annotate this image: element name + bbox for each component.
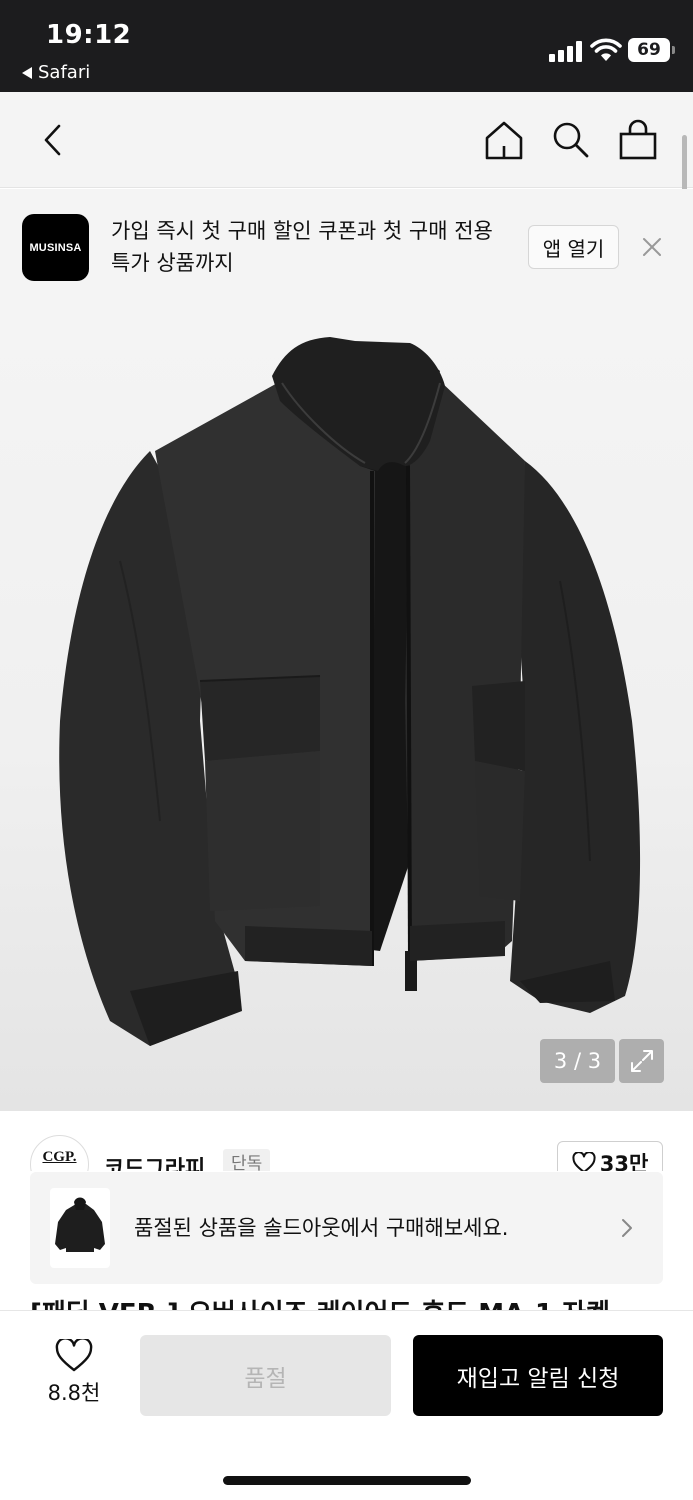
brand-row: CGP. 코드그라피 단독 33만	[0, 1111, 693, 1171]
cellular-signal-icon	[549, 40, 583, 62]
heart-icon	[55, 1339, 93, 1372]
soldout-button: 품절	[140, 1335, 391, 1416]
home-indicator[interactable]	[223, 1476, 471, 1485]
product-image-gallery[interactable]: 3 / 3	[0, 301, 693, 1111]
home-icon[interactable]	[482, 118, 526, 162]
chevron-right-icon	[622, 1219, 632, 1237]
search-icon[interactable]	[548, 118, 592, 162]
battery-indicator: 69	[628, 38, 675, 62]
wishlist-button[interactable]: 8.8천	[34, 1339, 114, 1411]
open-app-button[interactable]: 앱 열기	[528, 225, 619, 269]
product-title: [패딩 VER.] 오버사이즈 레이어드 후드 MA-1 자켓	[30, 1294, 670, 1310]
back-chevron-icon[interactable]	[32, 118, 76, 162]
brand-name[interactable]: 코드그라피	[104, 1151, 205, 1171]
close-icon[interactable]	[640, 235, 664, 259]
expand-image-button[interactable]	[619, 1039, 664, 1083]
expand-icon	[630, 1050, 653, 1072]
back-to-safari-link[interactable]: Safari	[22, 62, 90, 83]
bottom-action-bar: 8.8천 품절 재입고 알림 신청	[0, 1310, 693, 1500]
back-app-label: Safari	[38, 62, 91, 83]
soldout-message: 품절된 상품을 솔드아웃에서 구매해보세요.	[134, 1216, 509, 1240]
shopping-bag-icon[interactable]	[616, 118, 660, 162]
wishlist-count: 8.8천	[47, 1381, 101, 1405]
heart-icon	[572, 1152, 596, 1171]
brand-logo[interactable]: CGP.	[30, 1135, 89, 1171]
musinsa-logo: MUSINSA	[22, 214, 89, 281]
restock-alert-button[interactable]: 재입고 알림 신청	[413, 1335, 663, 1416]
nav-bar	[0, 92, 693, 188]
app-install-banner: MUSINSA 가입 즉시 첫 구매 할인 쿠폰과 첫 구매 전용 특가 상품까…	[0, 189, 693, 301]
wifi-icon	[590, 38, 622, 61]
image-counter: 3 / 3	[540, 1039, 615, 1083]
jacket-photo	[59, 337, 641, 1046]
soldout-product-thumbnail	[50, 1188, 110, 1268]
soldout-notice[interactable]: 품절된 상품을 솔드아웃에서 구매해보세요.	[30, 1172, 663, 1284]
brand-logo-text: CGP.	[42, 1149, 77, 1165]
banner-message: 가입 즉시 첫 구매 할인 쿠폰과 첫 구매 전용 특가 상품까지	[111, 219, 493, 275]
brand-like-button[interactable]: 33만	[557, 1141, 663, 1171]
exclusive-badge: 단독	[223, 1149, 271, 1171]
status-bar: 19:12 Safari 69	[0, 0, 693, 92]
back-triangle-icon	[22, 66, 32, 79]
brand-like-count: 33만	[599, 1152, 649, 1171]
status-time: 19:12	[46, 20, 132, 50]
